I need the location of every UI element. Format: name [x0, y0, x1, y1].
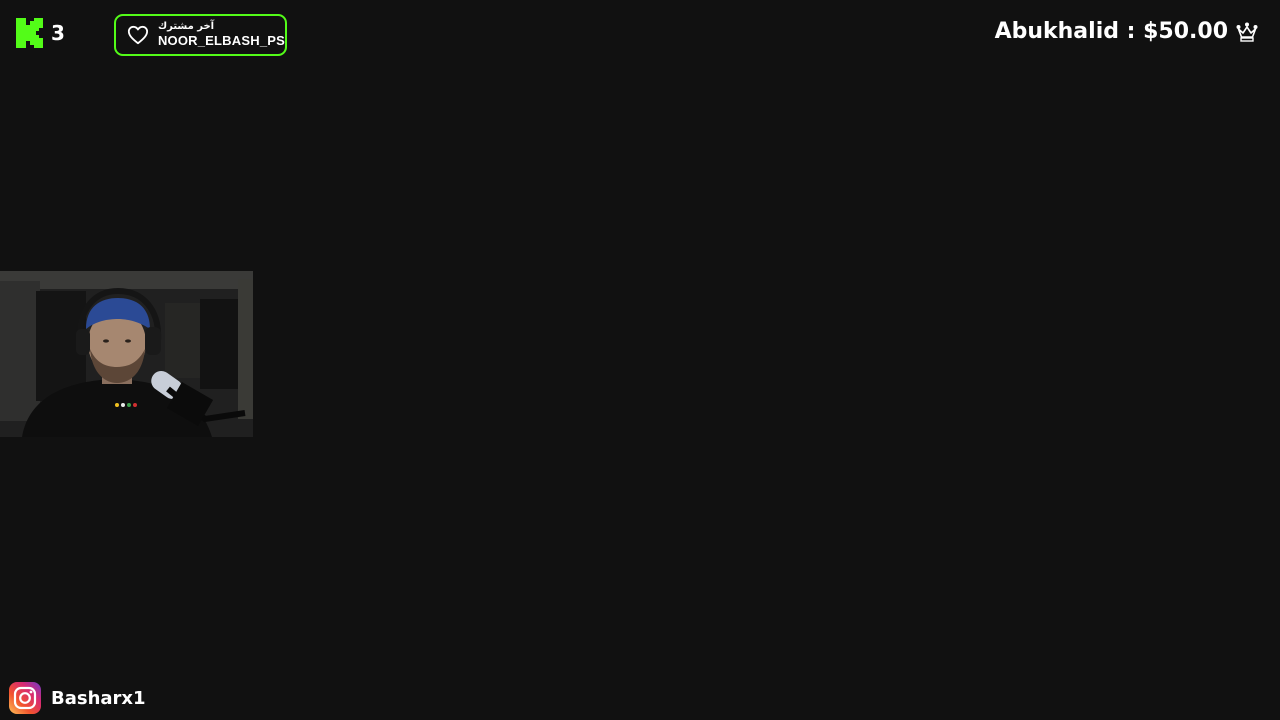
stream-overlay: 3 آخر مشترك NOOR_ELBASH_PS Abukhalid : $… [0, 0, 1280, 720]
top-donation-text: Abukhalid : $50.00 [994, 19, 1228, 44]
kick-count: 3 [51, 21, 65, 45]
latest-subscriber-box: آخر مشترك NOOR_ELBASH_PS [114, 14, 287, 56]
instagram-icon [9, 682, 41, 714]
crown-icon [1236, 22, 1258, 42]
webcam-scene [0, 271, 253, 437]
kick-logo-icon [16, 18, 43, 48]
top-donation: Abukhalid : $50.00 [995, 17, 1258, 47]
webcam-feed [0, 271, 253, 437]
heart-icon [127, 25, 149, 45]
instagram-handle: Basharx1 [51, 687, 146, 709]
kick-follower-badge: 3 [16, 18, 65, 48]
latest-subscriber-name: NOOR_ELBASH_PS [157, 33, 285, 49]
instagram-social: Basharx1 [9, 682, 146, 714]
latest-subscriber-label: آخر مشترك [157, 21, 215, 33]
subscriber-text: آخر مشترك NOOR_ELBASH_PS [158, 21, 285, 49]
